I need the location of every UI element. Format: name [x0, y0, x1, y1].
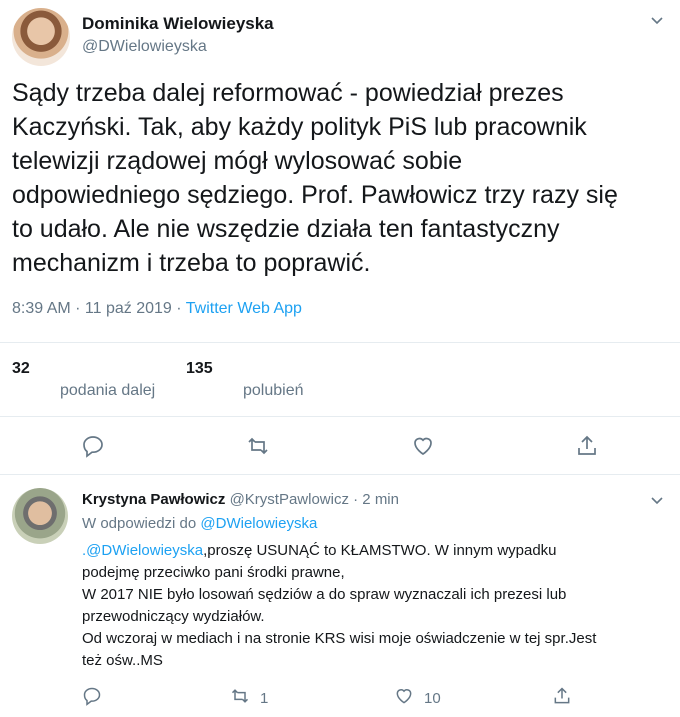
- reply-body: ,proszę USUNĄĆ to KŁAMSTWO. W innym wypa…: [82, 542, 597, 669]
- reply-share-button[interactable]: [552, 687, 572, 709]
- reply-retweet-button[interactable]: 1: [230, 687, 268, 709]
- reply-header: Krystyna Pawłowicz @KrystPawlowicz · 2 m…: [82, 491, 399, 508]
- retweet-icon[interactable]: [246, 434, 270, 458]
- retweets-label[interactable]: podania dalej: [60, 382, 155, 400]
- chevron-down-icon[interactable]: [650, 14, 664, 28]
- reply-author-avatar[interactable]: [12, 488, 68, 544]
- tweet-meta: 8:39 AM · 11 paź 2019 · Twitter Web App: [12, 300, 302, 318]
- divider: [0, 474, 680, 475]
- share-icon[interactable]: [575, 434, 599, 458]
- tweet-source-link[interactable]: Twitter Web App: [186, 300, 302, 317]
- reply-like-count: 10: [424, 689, 441, 707]
- like-icon[interactable]: [394, 686, 414, 710]
- reply-mention[interactable]: .@DWielowieyska: [82, 542, 203, 559]
- chevron-down-icon[interactable]: [650, 494, 664, 508]
- likes-count[interactable]: 135: [186, 360, 213, 378]
- retweets-count[interactable]: 32: [12, 360, 30, 378]
- author-avatar[interactable]: [12, 8, 70, 66]
- replying-to: W odpowiedzi do @DWielowieyska: [82, 515, 317, 532]
- divider: [0, 416, 680, 417]
- divider: [0, 342, 680, 343]
- retweet-icon[interactable]: [230, 686, 250, 710]
- tweet-timestamp: 8:39 AM · 11 paź 2019 ·: [12, 300, 186, 317]
- reply-retweet-count: 1: [260, 689, 269, 707]
- reply-author-name[interactable]: Krystyna Pawłowicz: [82, 491, 225, 508]
- likes-label[interactable]: polubień: [243, 382, 304, 400]
- reply-text: .@DWielowieyska,proszę USUNĄĆ to KŁAMSTW…: [82, 540, 652, 672]
- reply-author-handle[interactable]: @KrystPawlowicz · 2 min: [230, 491, 399, 508]
- share-icon[interactable]: [552, 686, 572, 710]
- author-name[interactable]: Dominika Wielowieyska: [82, 14, 274, 34]
- reply-like-button[interactable]: 10: [394, 687, 441, 709]
- replying-to-mention[interactable]: @DWielowieyska: [200, 515, 317, 532]
- author-handle[interactable]: @DWielowieyska: [82, 38, 207, 56]
- reply-icon[interactable]: [82, 686, 102, 710]
- replying-to-prefix: W odpowiedzi do: [82, 515, 201, 532]
- tweet-text: Sądy trzeba dalej reformować - powiedzia…: [12, 79, 618, 277]
- reply-reply-button[interactable]: [82, 687, 102, 709]
- like-icon[interactable]: [411, 434, 435, 458]
- reply-icon[interactable]: [81, 434, 105, 458]
